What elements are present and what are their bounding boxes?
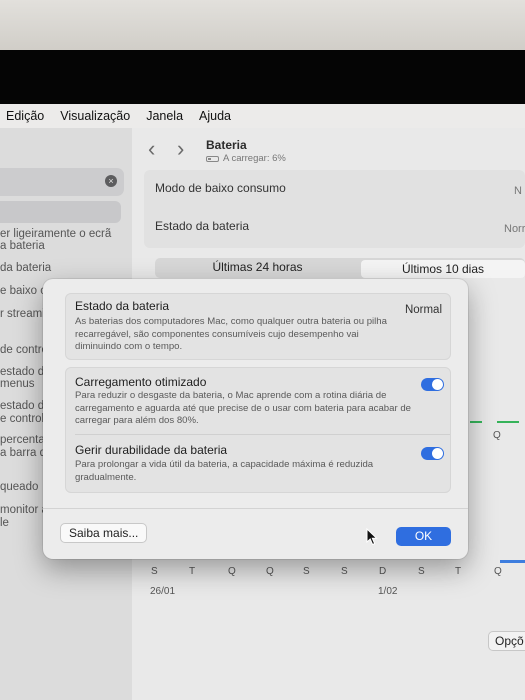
manage-longevity-description: Para prolongar a vida útil da bateria, a… — [75, 459, 374, 483]
sidebar-text: percenta — [0, 434, 45, 446]
battery-health-description: As baterias dos computadores Mac, como q… — [75, 316, 387, 352]
optimized-charging-description: Para reduzir o desgaste da bateria, o Ma… — [75, 390, 411, 426]
sidebar-item-battery-health[interactable]: da bateria — [0, 262, 51, 274]
page-title: Bateria — [206, 138, 247, 152]
battery-health-status: Normal — [404, 304, 442, 316]
options-button[interactable]: Opçõ — [488, 631, 525, 651]
sidebar-text: estado di — [0, 400, 47, 412]
chart-date-label: 26/01 — [150, 586, 176, 597]
chart-date-label: 1/02 — [378, 586, 398, 597]
low-power-mode-value[interactable]: N — [514, 185, 522, 197]
ok-button[interactable]: OK — [396, 527, 451, 546]
forward-chevron-icon[interactable]: › — [177, 138, 184, 160]
clear-search-icon[interactable]: × — [105, 175, 117, 187]
charging-status: A carregar: 6% — [223, 153, 286, 164]
sheet-footer-divider — [43, 508, 468, 509]
chart-day-label: Q — [266, 566, 274, 577]
learn-more-button[interactable]: Saiba mais... — [60, 523, 148, 543]
battery-icon — [206, 155, 219, 162]
segment-last-10-days[interactable]: Últimos 10 dias — [361, 260, 525, 278]
menu-view[interactable]: Visualização — [52, 109, 138, 123]
chart-day-label: Q — [493, 430, 501, 441]
sidebar-text: a barra d — [0, 447, 47, 459]
charging-options-card: Carregamento otimizado Para reduzir o de… — [65, 367, 451, 493]
screen-bezel — [0, 50, 525, 106]
sidebar-item-blocked[interactable]: queado — [0, 481, 38, 493]
chart-day-label: Q — [228, 566, 236, 577]
manage-longevity-toggle[interactable] — [421, 447, 444, 460]
mouse-cursor-icon — [366, 528, 378, 546]
chart-day-label: S — [151, 566, 158, 577]
chart-bar — [470, 421, 482, 423]
chart-day-label: T — [189, 566, 196, 577]
sidebar-text: menus — [0, 378, 35, 390]
battery-health-value: Norr — [504, 223, 525, 235]
back-chevron-icon[interactable]: ‹ — [148, 138, 155, 160]
chart-bar — [497, 421, 519, 423]
sidebar-item-control[interactable]: de contro — [0, 344, 48, 356]
chart-day-label: D — [379, 566, 387, 577]
chart-day-label: Q — [494, 566, 502, 577]
background-photo-top — [0, 0, 525, 55]
sidebar-item-selected[interactable] — [0, 201, 121, 223]
page-subtitle: A carregar: 6% — [206, 153, 286, 164]
sidebar-text: le — [0, 517, 9, 529]
optimized-charging-title: Carregamento otimizado — [75, 375, 207, 389]
chart-day-label: S — [341, 566, 348, 577]
sidebar-text: monitor a — [0, 504, 48, 516]
menu-window[interactable]: Janela — [138, 109, 191, 123]
menu-edit[interactable]: Edição — [0, 109, 52, 123]
chart-day-label: T — [455, 566, 462, 577]
sidebar-text: e control — [0, 413, 45, 425]
battery-health-card: Estado da bateria Normal As baterias dos… — [65, 293, 451, 360]
menu-help[interactable]: Ajuda — [191, 109, 239, 123]
battery-health-label: Estado da bateria — [155, 219, 250, 233]
battery-health-sheet: Estado da bateria Normal As baterias dos… — [43, 279, 468, 559]
toggle-knob — [432, 448, 443, 459]
card-divider — [75, 434, 450, 435]
chart-day-label: S — [303, 566, 310, 577]
sidebar-text: er ligeiramente o ecrã — [0, 228, 112, 240]
chart-day-label: S — [418, 566, 425, 577]
toggle-knob — [432, 379, 443, 390]
sidebar-text: a bateria — [0, 240, 45, 252]
manage-longevity-title: Gerir durabilidade da bateria — [75, 443, 228, 457]
battery-health-title: Estado da bateria — [75, 299, 170, 313]
chart-bar — [500, 560, 525, 563]
menu-bar: Edição Visualização Janela Ajuda — [0, 104, 525, 128]
optimized-charging-toggle[interactable] — [421, 378, 444, 391]
low-power-mode-label: Modo de baixo consumo — [155, 181, 286, 195]
segment-last-24-hours[interactable]: Últimas 24 horas — [160, 260, 355, 276]
